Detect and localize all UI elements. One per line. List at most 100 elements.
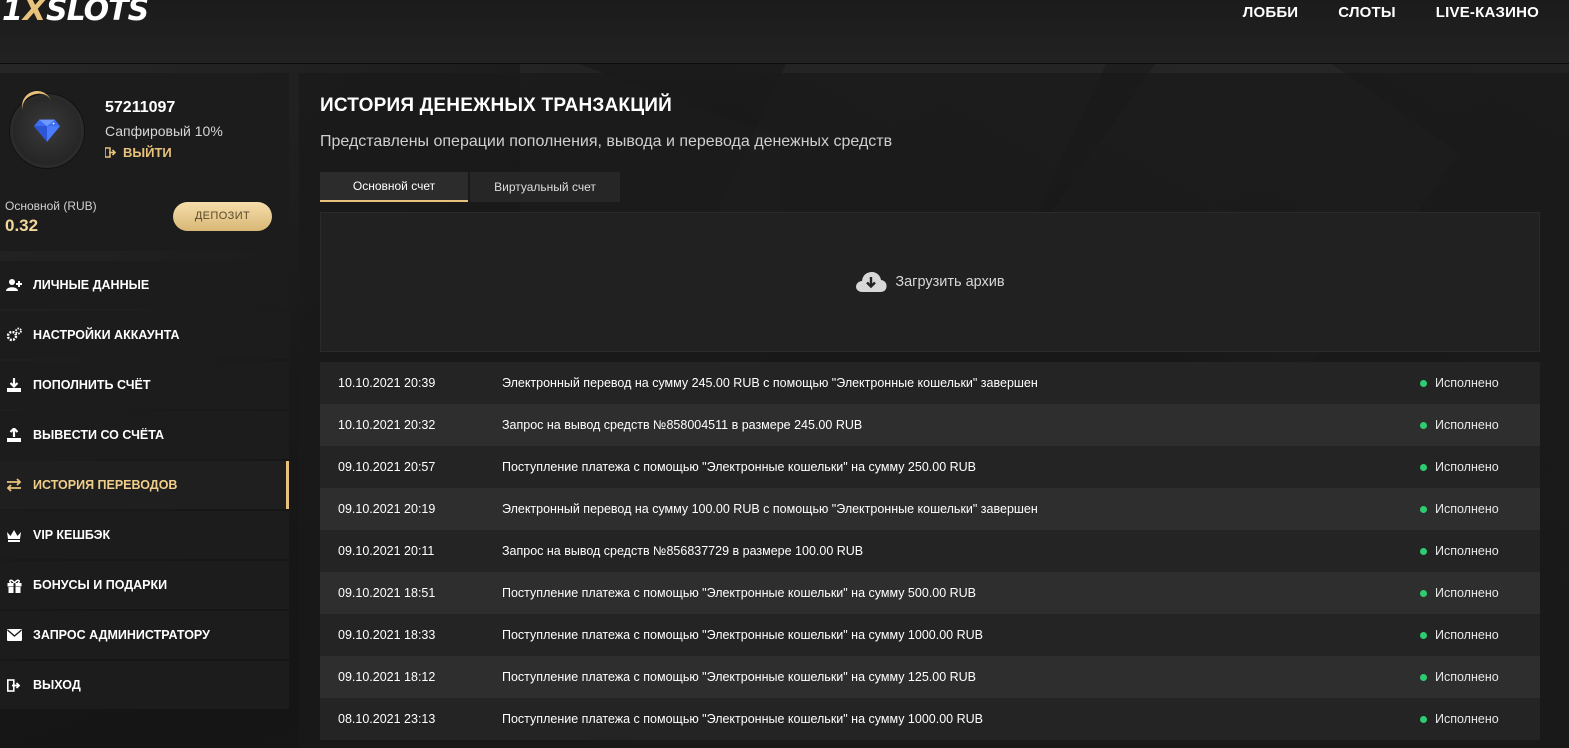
transaction-date: 09.10.2021 18:51 xyxy=(338,586,436,600)
transaction-date: 10.10.2021 20:32 xyxy=(338,418,436,432)
transaction-status: Исполнено xyxy=(1420,586,1540,600)
balance-label: Основной (RUB) xyxy=(5,199,97,213)
page-subtitle: Представлены операции пополнения, вывода… xyxy=(320,133,893,150)
gift-icon xyxy=(5,576,23,594)
table-row: 09.10.2021 18:51 Поступление платежа с по… xyxy=(320,572,1540,614)
menu-item-vip-cashback[interactable]: VIP КЕШБЭК xyxy=(0,511,289,559)
transaction-date: 09.10.2021 18:33 xyxy=(338,628,436,642)
transaction-status: Исполнено xyxy=(1420,376,1540,390)
status-dot-icon xyxy=(1420,421,1427,429)
menu-item-personal-data[interactable]: ЛИЧНЫЕ ДАННЫЕ xyxy=(0,261,289,309)
status-label: Исполнено xyxy=(1435,544,1499,558)
site-header: 1 X SLOTS ЛОББИ СЛОТЫ LIVE-КАЗИНО xyxy=(0,0,1569,64)
archive-label: Загрузить архив xyxy=(895,274,1005,290)
top-nav: ЛОББИ СЛОТЫ LIVE-КАЗИНО xyxy=(1243,4,1539,21)
menu-label: НАСТРОЙКИ АККАУНТА xyxy=(33,328,180,342)
transactions-table: 10.10.2021 20:39 Электронный перевод на с… xyxy=(320,362,1540,740)
account-menu: ЛИЧНЫЕ ДАННЫЕ НАСТРОЙКИ АККАУНТА ПОПОЛНИ… xyxy=(0,261,289,711)
menu-label: ЛИЧНЫЕ ДАННЫЕ xyxy=(33,278,150,292)
status-label: Исполнено xyxy=(1435,628,1499,642)
sign-out-icon xyxy=(5,676,23,694)
user-id: 57211097 xyxy=(105,99,176,116)
transaction-description: Запрос на вывод средств №856837729 в раз… xyxy=(502,544,864,558)
menu-item-deposit[interactable]: ПОПОЛНИТЬ СЧЁТ xyxy=(0,361,289,409)
transaction-description: Электронный перевод на сумму 245.00 RUB … xyxy=(502,376,1038,390)
transaction-status: Исполнено xyxy=(1420,670,1540,684)
user-plus-icon xyxy=(5,276,23,294)
transaction-date: 10.10.2021 20:39 xyxy=(338,376,436,390)
transaction-date: 09.10.2021 20:19 xyxy=(338,502,436,516)
status-label: Исполнено xyxy=(1435,502,1499,516)
logout-label: ВЫЙТИ xyxy=(123,145,172,160)
menu-label: БОНУСЫ И ПОДАРКИ xyxy=(33,578,168,592)
transaction-status: Исполнено xyxy=(1420,502,1540,516)
status-label: Исполнено xyxy=(1435,418,1499,432)
transaction-date: 09.10.2021 20:57 xyxy=(338,460,436,474)
transaction-description: Поступление платежа с помощью "Электронн… xyxy=(502,670,977,684)
transfer-arrows-icon xyxy=(5,476,23,494)
main-content: ИСТОРИЯ ДЕНЕЖНЫХ ТРАНЗАКЦИЙ Представлены… xyxy=(299,73,1569,748)
nav-lobby[interactable]: ЛОББИ xyxy=(1243,4,1299,21)
menu-item-bonuses[interactable]: БОНУСЫ И ПОДАРКИ xyxy=(0,561,289,609)
tab-virtual-account[interactable]: Виртуальный счет xyxy=(470,172,620,202)
menu-label: ИСТОРИЯ ПЕРЕВОДОВ xyxy=(33,478,178,492)
nav-live-casino[interactable]: LIVE-КАЗИНО xyxy=(1436,4,1539,21)
status-label: Исполнено xyxy=(1435,670,1499,684)
menu-label: ВЫВЕСТИ СО СЧЁТА xyxy=(33,428,165,442)
cloud-download-icon xyxy=(856,272,887,292)
status-dot-icon xyxy=(1420,715,1427,723)
logout-link[interactable]: ВЫЙТИ xyxy=(105,145,172,160)
status-dot-icon xyxy=(1420,673,1427,681)
menu-label: ПОПОЛНИТЬ СЧЁТ xyxy=(33,378,151,392)
menu-item-exit[interactable]: ВЫХОД xyxy=(0,661,289,709)
balance-value: 0.32 xyxy=(5,216,39,235)
table-row: 09.10.2021 18:33 Поступление платежа с по… xyxy=(320,614,1540,656)
transaction-description: Запрос на вывод средств №858004511 в раз… xyxy=(502,418,863,432)
status-dot-icon xyxy=(1420,505,1427,513)
status-label: Исполнено xyxy=(1435,460,1499,474)
status-label: Исполнено xyxy=(1435,586,1499,600)
upload-icon xyxy=(5,426,23,444)
account-tabs: Основной счет Виртуальный счет xyxy=(320,172,620,202)
menu-item-admin-request[interactable]: ЗАПРОС АДМИНИСТРАТОРУ xyxy=(0,611,289,659)
transaction-description: Поступление платежа с помощью "Электронн… xyxy=(502,628,983,642)
transaction-description: Поступление платежа с помощью "Электронн… xyxy=(502,586,977,600)
download-icon xyxy=(5,376,23,394)
download-archive-button[interactable]: Загрузить архив xyxy=(320,212,1540,352)
sign-out-icon xyxy=(105,147,117,158)
menu-label: ВЫХОД xyxy=(33,678,81,692)
envelope-icon xyxy=(5,626,23,644)
menu-label: VIP КЕШБЭК xyxy=(33,528,111,542)
transaction-date: 09.10.2021 18:12 xyxy=(338,670,436,684)
status-label: Исполнено xyxy=(1435,712,1499,726)
status-label: Исполнено xyxy=(1435,376,1499,390)
gears-icon xyxy=(5,326,23,344)
tab-main-account[interactable]: Основной счет xyxy=(320,172,468,202)
table-row: 08.10.2021 23:13 Поступление платежа с по… xyxy=(320,698,1540,740)
site-logo[interactable]: 1 X SLOTS xyxy=(2,0,149,28)
menu-item-withdraw[interactable]: ВЫВЕСТИ СО СЧЁТА xyxy=(0,411,289,459)
status-dot-icon xyxy=(1420,589,1427,597)
transaction-description: Электронный перевод на сумму 100.00 RUB … xyxy=(502,502,1038,516)
status-dot-icon xyxy=(1420,631,1427,639)
menu-item-account-settings[interactable]: НАСТРОЙКИ АККАУНТА xyxy=(0,311,289,359)
status-dot-icon xyxy=(1420,463,1427,471)
deposit-button[interactable]: ДЕПОЗИТ xyxy=(173,202,272,231)
page-title: ИСТОРИЯ ДЕНЕЖНЫХ ТРАНЗАКЦИЙ xyxy=(320,95,672,116)
vip-level: Сапфировый 10% xyxy=(105,123,223,139)
transaction-description: Поступление платежа с помощью "Электронн… xyxy=(502,712,983,726)
status-dot-icon xyxy=(1420,547,1427,555)
transaction-status: Исполнено xyxy=(1420,460,1540,474)
nav-slots[interactable]: СЛОТЫ xyxy=(1338,4,1396,21)
table-row: 09.10.2021 18:12 Поступление платежа с по… xyxy=(320,656,1540,698)
menu-item-transfer-history[interactable]: ИСТОРИЯ ПЕРЕВОДОВ xyxy=(0,461,289,509)
table-row: 09.10.2021 20:19 Электронный перевод на с… xyxy=(320,488,1540,530)
transaction-date: 09.10.2021 20:11 xyxy=(338,544,435,558)
crown-icon xyxy=(5,526,23,544)
transaction-status: Исполнено xyxy=(1420,418,1540,432)
transaction-date: 08.10.2021 23:13 xyxy=(338,712,436,726)
table-row: 10.10.2021 20:32 Запрос на вывод средств … xyxy=(320,404,1540,446)
table-row: 09.10.2021 20:11 Запрос на вывод средств … xyxy=(320,530,1540,572)
transaction-status: Исполнено xyxy=(1420,712,1540,726)
status-dot-icon xyxy=(1420,379,1427,387)
